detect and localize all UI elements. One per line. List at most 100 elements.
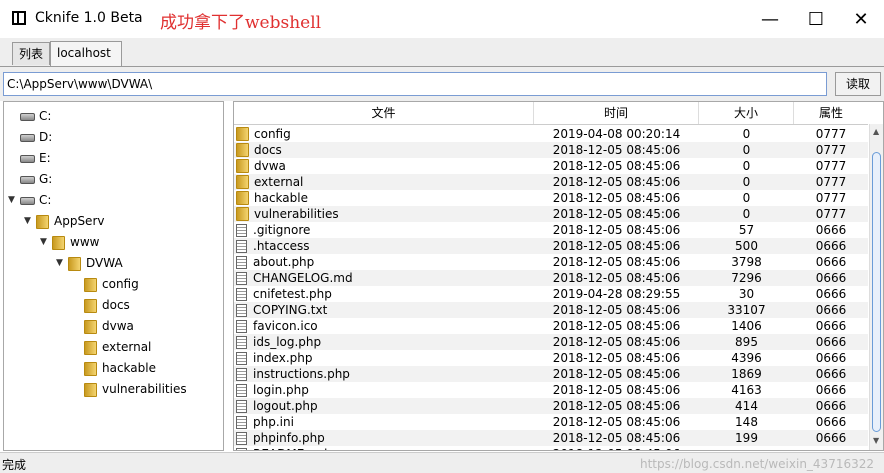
file-name-cell: cnifetest.php	[236, 286, 332, 302]
app-icon	[12, 11, 26, 25]
tree-item-label: C:	[39, 193, 52, 207]
column-header-attr[interactable]: 属性	[794, 102, 868, 124]
file-time: 2018-12-05 08:45:06	[552, 367, 681, 381]
file-attr: 0666	[815, 223, 847, 237]
tree-item-label: docs	[102, 298, 130, 312]
expand-arrow-icon[interactable]: ▼	[24, 211, 36, 232]
file-row[interactable]: index.php 2018-12-05 08:45:06 4396 0666	[234, 350, 868, 366]
file-name: docs	[254, 143, 282, 157]
file-name-cell: login.php	[236, 382, 309, 398]
tree-item[interactable]: vulnerabilities	[72, 379, 187, 400]
file-row[interactable]: php.ini 2018-12-05 08:45:06 148 0666	[234, 414, 868, 430]
vertical-scrollbar[interactable]: ▲ ▼	[869, 124, 883, 450]
tree-item[interactable]: docs	[72, 295, 130, 316]
scroll-down-icon[interactable]: ▼	[873, 436, 879, 445]
file-name-cell: CHANGELOG.md	[236, 270, 353, 286]
tree-item-label: DVWA	[86, 256, 123, 270]
tree-item-label: www	[70, 235, 100, 249]
read-button[interactable]: 读取	[835, 72, 881, 96]
address-bar: C:\AppServ\www\DVWA\ 读取	[0, 67, 884, 101]
file-name: favicon.ico	[253, 319, 318, 333]
drive-icon	[20, 154, 35, 163]
file-row[interactable]: CHANGELOG.md 2018-12-05 08:45:06 7296 0666	[234, 270, 868, 286]
file-row[interactable]: external 2018-12-05 08:45:06 0 0777	[234, 174, 868, 190]
file-row[interactable]: logout.php 2018-12-05 08:45:06 414 0666	[234, 398, 868, 414]
column-header-name[interactable]: 文件	[234, 102, 534, 124]
file-name-cell: docs	[236, 142, 282, 158]
file-row[interactable]: ids_log.php 2018-12-05 08:45:06 895 0666	[234, 334, 868, 350]
file-row[interactable]: login.php 2018-12-05 08:45:06 4163 0666	[234, 382, 868, 398]
expand-arrow-icon[interactable]: ▼	[40, 232, 52, 253]
file-row[interactable]: docs 2018-12-05 08:45:06 0 0777	[234, 142, 868, 158]
tree-item-label: E:	[39, 151, 51, 165]
tree-item[interactable]: config	[72, 274, 139, 295]
file-row[interactable]: .htaccess 2018-12-05 08:45:06 500 0666	[234, 238, 868, 254]
file-list: 文件 时间 大小 属性 config 2019-04-08 00:20:14 0 07…	[233, 101, 884, 451]
file-icon	[236, 415, 247, 429]
file-list-header: 文件 时间 大小 属性	[234, 102, 868, 125]
file-row[interactable]: instructions.php 2018-12-05 08:45:06 1869 0…	[234, 366, 868, 382]
title-bar: Cknife 1.0 Beta 成功拿下了webshell — ☐ ✕	[0, 0, 884, 38]
file-row[interactable]: favicon.ico 2018-12-05 08:45:06 1406 0666	[234, 318, 868, 334]
file-attr: 0777	[815, 127, 847, 141]
file-time: 2018-12-05 08:45:06	[552, 239, 681, 253]
file-attr: 0666	[815, 415, 847, 429]
tree-item[interactable]: external	[72, 337, 151, 358]
tree-item[interactable]: ▼ C:	[8, 190, 51, 211]
column-header-time[interactable]: 时间	[534, 102, 699, 124]
file-time: 2018-12-05 08:45:06	[552, 335, 681, 349]
file-size: 1406	[731, 319, 762, 333]
file-attr: 0666	[815, 367, 847, 381]
maximize-button[interactable]: ☐	[793, 0, 839, 38]
file-row[interactable]: vulnerabilities 2018-12-05 08:45:06 0 0777	[234, 206, 868, 222]
file-size: 57	[738, 223, 755, 237]
file-row[interactable]: dvwa 2018-12-05 08:45:06 0 0777	[234, 158, 868, 174]
tree-item[interactable]: D:	[8, 127, 52, 148]
folder-icon	[236, 159, 249, 173]
minimize-button[interactable]: —	[747, 0, 793, 38]
file-row[interactable]: about.php 2018-12-05 08:45:06 3798 0666	[234, 254, 868, 270]
file-row[interactable]: cnifetest.php 2019-04-28 08:29:55 30 0666	[234, 286, 868, 302]
watermark: https://blog.csdn.net/weixin_43716322	[639, 457, 874, 471]
close-button[interactable]: ✕	[838, 0, 884, 38]
tab-list[interactable]: 列表	[12, 42, 51, 65]
tree-item[interactable]: ▼ DVWA	[56, 253, 123, 274]
file-row[interactable]: config 2019-04-08 00:20:14 0 0777	[234, 126, 868, 142]
file-icon	[236, 431, 247, 445]
file-row[interactable]: hackable 2018-12-05 08:45:06 0 0777	[234, 190, 868, 206]
file-time: 2018-12-05 08:45:06	[552, 271, 681, 285]
tree-item[interactable]: hackable	[72, 358, 156, 379]
file-size: 895	[735, 335, 758, 349]
tree-item[interactable]: ▼ AppServ	[24, 211, 104, 232]
folder-icon	[236, 127, 249, 141]
file-time: 2018-12-05 08:45:06	[552, 399, 681, 413]
file-row[interactable]: COPYING.txt 2018-12-05 08:45:06 33107 0666	[234, 302, 868, 318]
tab-localhost[interactable]: localhost	[50, 41, 122, 66]
folder-icon	[84, 277, 97, 292]
file-size: 7296	[731, 271, 762, 285]
tree-item[interactable]: C:	[8, 106, 51, 127]
file-row[interactable]: phpinfo.php 2018-12-05 08:45:06 199 0666	[234, 430, 868, 446]
tree-item[interactable]: ▼ www	[40, 232, 99, 253]
scroll-up-icon[interactable]: ▲	[873, 127, 879, 136]
scrollbar-thumb[interactable]	[872, 152, 881, 432]
file-row[interactable]: README.md 2018-12-05 08:45:06	[234, 446, 868, 450]
expand-arrow-icon[interactable]: ▼	[8, 190, 20, 211]
file-time: 2018-12-05 08:45:06	[552, 191, 681, 205]
file-attr: 0666	[815, 287, 847, 301]
file-size: 199	[735, 431, 758, 445]
path-input[interactable]: C:\AppServ\www\DVWA\	[3, 72, 827, 96]
tree-item[interactable]: dvwa	[72, 316, 134, 337]
tree-item[interactable]: E:	[8, 148, 51, 169]
column-header-size[interactable]: 大小	[699, 102, 794, 124]
expand-arrow-icon[interactable]: ▼	[56, 253, 68, 274]
folder-icon	[84, 298, 97, 313]
file-icon	[236, 303, 247, 317]
maximize-icon: ☐	[807, 8, 825, 30]
file-name: instructions.php	[253, 367, 350, 381]
file-attr: 0666	[815, 335, 847, 349]
file-time: 2018-12-05 08:45:06	[552, 175, 681, 189]
tree-item[interactable]: G:	[8, 169, 52, 190]
file-row[interactable]: .gitignore 2018-12-05 08:45:06 57 0666	[234, 222, 868, 238]
file-name-cell: logout.php	[236, 398, 318, 414]
